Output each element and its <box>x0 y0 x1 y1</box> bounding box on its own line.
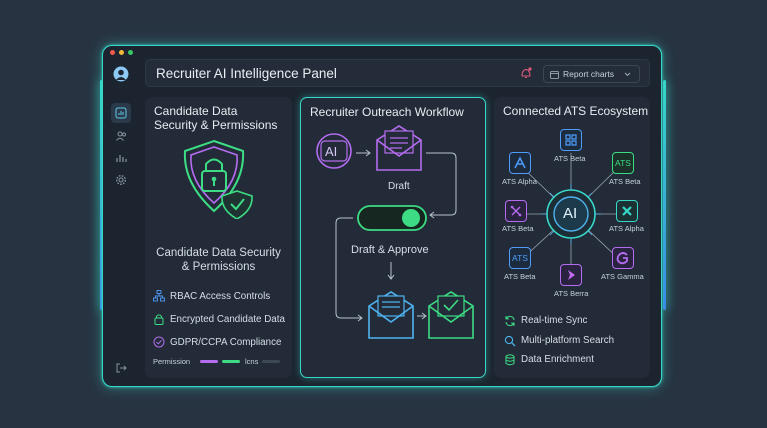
sidebar-item-users[interactable] <box>111 126 131 146</box>
permission-suffix: lcns <box>245 357 259 366</box>
ats-node-top-right-label: ATS Beta <box>609 177 641 186</box>
ats-hub-label: AI <box>563 205 578 222</box>
ats-node-bottom-left[interactable]: ATS <box>509 247 531 269</box>
sidebar-item-dashboard[interactable] <box>111 103 131 123</box>
ats-node-top-right[interactable]: ATS <box>612 152 634 174</box>
x-nodes-icon <box>510 205 522 217</box>
ats-node-top[interactable] <box>560 129 582 151</box>
ats-node-left[interactable] <box>505 200 527 222</box>
permission-bar-1 <box>200 360 218 363</box>
feature-encrypted: Encrypted Candidate Data <box>170 314 285 325</box>
ats-node-top-left[interactable] <box>509 152 531 174</box>
minimize-dot[interactable] <box>119 50 124 55</box>
permission-label: Permission <box>153 357 191 366</box>
ats-panel: Connected ATS Ecosystem AI ATS Beta ATS … <box>494 97 650 378</box>
play-logo-icon <box>568 270 575 280</box>
shield-lock-icon <box>183 139 253 219</box>
right-glow <box>663 80 666 310</box>
app-window: Recruiter AI Intelligence Panel Report c… <box>102 45 662 387</box>
ats-node-top-label: ATS Beta <box>554 154 586 163</box>
ats-node-bottom-left-label: ATS Beta <box>504 272 536 281</box>
sidebar <box>103 60 139 386</box>
report-charts-dropdown[interactable]: Report charts <box>543 65 640 83</box>
lock-icon <box>154 314 164 325</box>
draft-label: Draft <box>388 181 410 192</box>
notification-bell-icon[interactable] <box>519 66 533 80</box>
ats-node-right-label: ATS Alpha <box>609 224 644 233</box>
sync-icon <box>505 315 515 327</box>
sidebar-item-logout[interactable] <box>111 358 131 378</box>
draft-approve-toggle[interactable] <box>358 206 426 230</box>
cross-logo-icon <box>622 206 632 216</box>
ats-node-text-1: ATS <box>615 158 631 168</box>
database-icon <box>505 354 515 366</box>
ats-node-right[interactable] <box>616 200 638 222</box>
ats-node-left-label: ATS Beta <box>502 224 534 233</box>
logout-icon <box>116 363 127 373</box>
page-title: Recruiter AI Intelligence Panel <box>156 66 337 81</box>
sidebar-item-settings[interactable] <box>111 170 131 190</box>
calendar-icon <box>550 71 559 79</box>
security-subtitle: Candidate Data Security & Permissions <box>156 247 281 273</box>
sidebar-item-analytics[interactable] <box>111 148 131 168</box>
ats-node-text-2: ATS <box>512 253 528 263</box>
ats-node-bottom-label: ATS Berra <box>554 289 589 298</box>
close-dot[interactable] <box>110 50 115 55</box>
ats-node-bottom-right[interactable] <box>612 247 634 269</box>
report-charts-label: Report charts <box>563 69 615 79</box>
app-logo-icon <box>111 64 131 84</box>
ats-feature-search: Multi-platform Search <box>521 335 615 346</box>
check-circle-icon <box>153 336 165 348</box>
ats-node-top-left-label: ATS Alpha <box>502 177 537 186</box>
feature-gdpr: GDPR/CCPA Compliance <box>170 337 282 348</box>
feature-rbac: RBAC Access Controls <box>170 291 271 302</box>
a-logo-icon <box>514 156 526 169</box>
ai-badge: AI <box>325 144 338 159</box>
search-icon <box>504 335 516 347</box>
dashboard-icon <box>115 107 127 119</box>
security-panel: Candidate Data Security & Permissions Ca… <box>145 97 292 378</box>
permission-bar-2 <box>222 360 240 363</box>
workflow-panel: Recruiter Outreach Workflow AI Draft Dra… <box>300 97 486 378</box>
bar-chart-icon <box>116 155 127 162</box>
permission-bar-3 <box>262 360 280 363</box>
chevron-down-icon <box>624 72 631 77</box>
grid-logo-icon <box>565 134 577 146</box>
workflow-diagram <box>316 125 474 339</box>
ats-feature-sync: Real-time Sync <box>521 315 588 326</box>
toggle-label: Draft & Approve <box>351 244 429 256</box>
ats-feature-enrichment: Data Enrichment <box>521 354 594 365</box>
security-panel-title: Candidate Data Security & Permissions <box>154 104 278 132</box>
g-logo-icon <box>616 252 628 265</box>
ats-node-bottom-right-label: ATS Gamma <box>601 272 644 281</box>
gear-icon <box>115 174 127 186</box>
maximize-dot[interactable] <box>128 50 133 55</box>
users-icon <box>116 131 126 141</box>
header-bar: Recruiter AI Intelligence Panel Report c… <box>145 59 650 87</box>
hierarchy-icon <box>153 290 165 302</box>
ats-node-bottom[interactable] <box>560 264 582 286</box>
